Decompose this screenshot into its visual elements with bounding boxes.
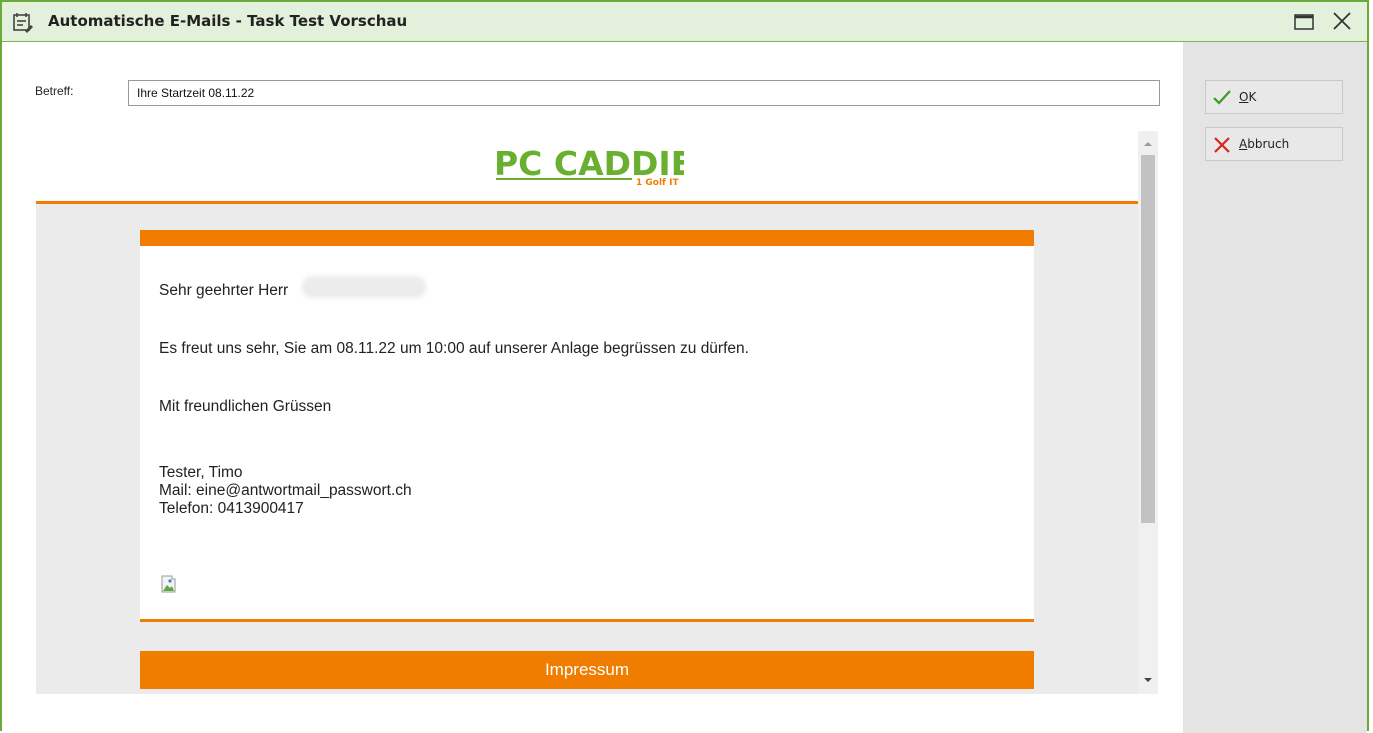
scroll-down-icon[interactable] xyxy=(1138,673,1158,687)
signature-mail: Mail: eine@antwortmail_passwort.ch xyxy=(159,482,412,499)
window-title: Automatische E-Mails - Task Test Vorscha… xyxy=(48,12,408,30)
card-top-bar xyxy=(140,230,1034,246)
content-area: Betreff: PC CADDIE 1 Golf IT Sehr geehrt… xyxy=(2,42,1183,733)
scroll-thumb[interactable] xyxy=(1141,155,1155,523)
redacted-name xyxy=(302,276,426,298)
maximize-icon[interactable] xyxy=(1291,10,1317,34)
cross-icon xyxy=(1214,137,1230,153)
greeting-text: Sehr geehrter Herr xyxy=(159,282,289,299)
subject-input[interactable] xyxy=(128,80,1160,106)
body-text: Es freut uns sehr, Sie am 08.11.22 um 10… xyxy=(159,340,749,357)
title-bar[interactable]: Automatische E-Mails - Task Test Vorscha… xyxy=(2,2,1367,42)
vertical-scrollbar[interactable] xyxy=(1138,131,1158,694)
ok-label: OK xyxy=(1239,90,1257,104)
broken-image-icon xyxy=(161,575,176,593)
closing-text: Mit freundlichen Grüssen xyxy=(159,398,332,415)
checkmark-icon xyxy=(1213,90,1231,105)
preview-dialog: Automatische E-Mails - Task Test Vorscha… xyxy=(0,0,1369,733)
cancel-label: Abbruch xyxy=(1239,137,1290,151)
pc-caddie-logo: PC CADDIE 1 Golf IT xyxy=(494,144,684,188)
close-icon[interactable] xyxy=(1329,10,1355,34)
calendar-edit-icon xyxy=(13,13,33,33)
cancel-button[interactable]: Abbruch xyxy=(1205,127,1343,161)
email-header: PC CADDIE 1 Golf IT xyxy=(36,131,1138,204)
ok-button[interactable]: OK xyxy=(1205,80,1343,114)
email-card: Sehr geehrter Herr Es freut uns sehr, Si… xyxy=(140,246,1034,622)
signature-phone: Telefon: 0413900417 xyxy=(159,500,304,517)
scroll-up-icon[interactable] xyxy=(1138,137,1158,151)
email-preview[interactable]: PC CADDIE 1 Golf IT Sehr geehrter Herr E… xyxy=(36,131,1158,694)
email-content: PC CADDIE 1 Golf IT Sehr geehrter Herr E… xyxy=(36,131,1138,694)
signature-name: Tester, Timo xyxy=(159,464,243,481)
impressum-link[interactable]: Impressum xyxy=(140,651,1034,689)
svg-text:1 Golf IT: 1 Golf IT xyxy=(636,178,679,188)
subject-label: Betreff: xyxy=(35,84,74,98)
action-panel: OK Abbruch xyxy=(1183,42,1367,733)
